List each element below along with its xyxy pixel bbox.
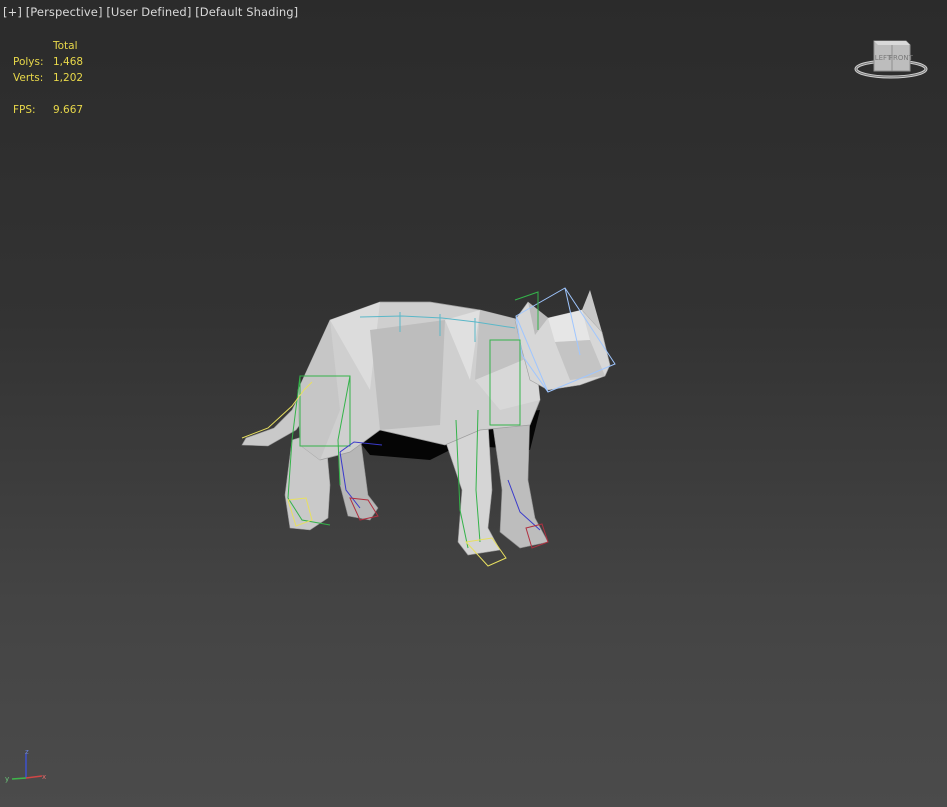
cat-model-scene[interactable] xyxy=(230,280,650,580)
verts-value: 1,202 xyxy=(53,72,84,84)
axis-tripod-icon: z x y xyxy=(5,748,46,783)
viewport-label: [+] [Perspective] [User Defined] [Defaul… xyxy=(3,5,298,21)
fps-label: FPS: xyxy=(13,104,36,116)
axis-z-label: z xyxy=(25,748,29,756)
axis-y-label: y xyxy=(5,775,9,783)
verts-label: Verts: xyxy=(13,72,44,84)
view-type-menu[interactable]: [Perspective] xyxy=(26,5,103,19)
fps-value: 9.667 xyxy=(53,104,84,116)
shading-menu[interactable]: [Default Shading] xyxy=(195,5,298,19)
stats-header: Total xyxy=(53,40,78,52)
polys-label: Polys: xyxy=(13,56,44,68)
viewcube-icon[interactable]: LEFT FRONT xyxy=(852,35,930,83)
viewcube-front-face[interactable]: FRONT xyxy=(889,54,914,62)
viewport-menu-button[interactable]: [+] xyxy=(3,5,22,19)
axis-x-label: x xyxy=(42,773,46,781)
cat-front-leg-right[interactable] xyxy=(491,411,549,549)
camera-menu[interactable]: [User Defined] xyxy=(106,5,191,19)
polys-value: 1,468 xyxy=(53,56,84,68)
